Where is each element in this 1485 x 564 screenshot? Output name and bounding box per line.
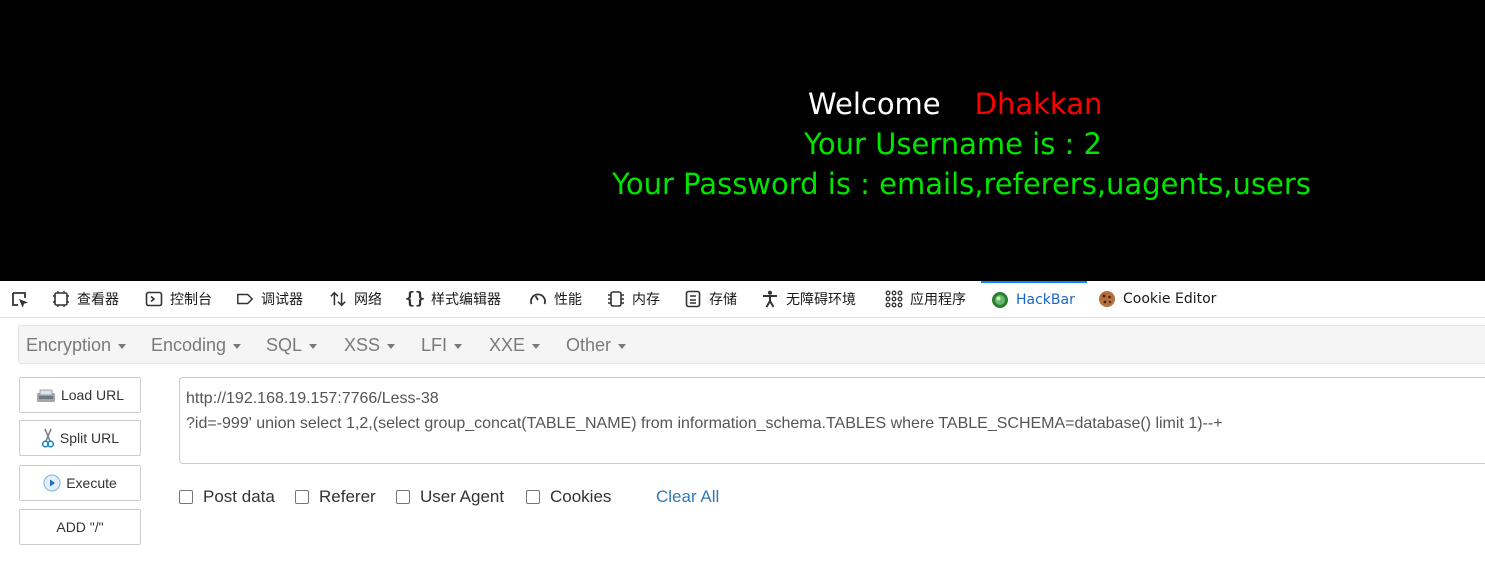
tab-inspector[interactable]: 查看器 — [52, 281, 119, 317]
cookie-icon — [1098, 290, 1116, 308]
referer-checkbox[interactable]: Referer — [295, 486, 376, 508]
welcome-line: Welcome Dhakkan — [808, 87, 1102, 121]
console-icon — [145, 290, 163, 308]
username-line: Your Username is : 2 — [804, 127, 1103, 161]
style-editor-icon: {} — [404, 289, 426, 309]
checkbox-box[interactable] — [396, 490, 410, 504]
menu-encoding[interactable]: Encoding — [151, 326, 242, 364]
checkbox-box[interactable] — [179, 490, 193, 504]
welcome-word: Welcome — [808, 87, 941, 121]
menu-xss[interactable]: XSS — [344, 326, 396, 364]
caret-down-icon — [309, 343, 318, 349]
welcome-name: Dhakkan — [974, 87, 1103, 121]
debugger-icon — [236, 290, 254, 308]
page-viewport: Welcome Dhakkan Your Username is : 2 Your… — [0, 0, 1485, 281]
memory-icon — [607, 290, 625, 308]
add-slash-button[interactable]: ADD "/" — [19, 509, 141, 545]
tab-storage[interactable]: 存储 — [684, 281, 737, 317]
menu-other[interactable]: Other — [566, 326, 627, 364]
menu-sql[interactable]: SQL — [266, 326, 318, 364]
caret-down-icon — [387, 343, 396, 349]
scissors-icon — [41, 428, 55, 448]
caret-down-icon — [618, 343, 627, 349]
url-textarea[interactable]: http://192.168.19.157:7766/Less-38 ?id=-9… — [179, 377, 1485, 464]
execute-button[interactable]: Execute — [19, 465, 141, 501]
menu-lfi[interactable]: LFI — [421, 326, 463, 364]
tab-style-editor[interactable]: {} 样式编辑器 — [404, 281, 501, 317]
tab-application[interactable]: 应用程序 — [885, 281, 966, 317]
tab-console[interactable]: 控制台 — [145, 281, 212, 317]
network-icon — [329, 290, 347, 308]
tab-memory[interactable]: 内存 — [607, 281, 660, 317]
tab-hackbar[interactable]: HackBar — [981, 281, 1087, 317]
url-line: ?id=-999' union select 1,2,(select group… — [186, 415, 1223, 432]
hackbar-menu-bar: Encryption Encoding SQL XSS LFI XXE Othe… — [18, 325, 1485, 364]
caret-down-icon — [233, 343, 242, 349]
split-url-button[interactable]: Split URL — [19, 420, 141, 456]
inspector-icon — [52, 290, 70, 308]
devtools-toolbar: 查看器 控制台 调试器 网络 {} 样式编辑器 性能 内存 存储 无障碍环境 应… — [0, 281, 1485, 318]
caret-down-icon — [454, 343, 463, 349]
post-data-checkbox[interactable]: Post data — [179, 486, 275, 508]
load-url-icon — [36, 387, 56, 403]
cookies-checkbox[interactable]: Cookies — [526, 486, 611, 508]
play-icon — [43, 474, 61, 492]
tab-performance[interactable]: 性能 — [529, 281, 582, 317]
checkbox-box[interactable] — [295, 490, 309, 504]
menu-encryption[interactable]: Encryption — [26, 326, 127, 364]
tab-accessibility[interactable]: 无障碍环境 — [761, 281, 856, 317]
url-line: http://192.168.19.157:7766/Less-38 — [186, 390, 439, 407]
storage-icon — [684, 290, 702, 308]
hackbar-icon — [991, 291, 1009, 309]
performance-icon — [529, 290, 547, 308]
caret-down-icon — [532, 343, 541, 349]
caret-down-icon — [118, 343, 127, 349]
checkbox-box[interactable] — [526, 490, 540, 504]
accessibility-icon — [761, 290, 779, 308]
clear-all-link[interactable]: Clear All — [656, 486, 719, 508]
element-picker-icon[interactable] — [9, 290, 31, 310]
tab-debugger[interactable]: 调试器 — [236, 281, 303, 317]
tab-cookie-editor[interactable]: Cookie Editor — [1098, 281, 1216, 317]
password-line: Your Password is : emails,referers,uagen… — [612, 167, 1311, 201]
application-icon — [885, 290, 903, 308]
menu-xxe[interactable]: XXE — [489, 326, 541, 364]
user-agent-checkbox[interactable]: User Agent — [396, 486, 504, 508]
tab-network[interactable]: 网络 — [329, 281, 382, 317]
load-url-button[interactable]: Load URL — [19, 377, 141, 413]
